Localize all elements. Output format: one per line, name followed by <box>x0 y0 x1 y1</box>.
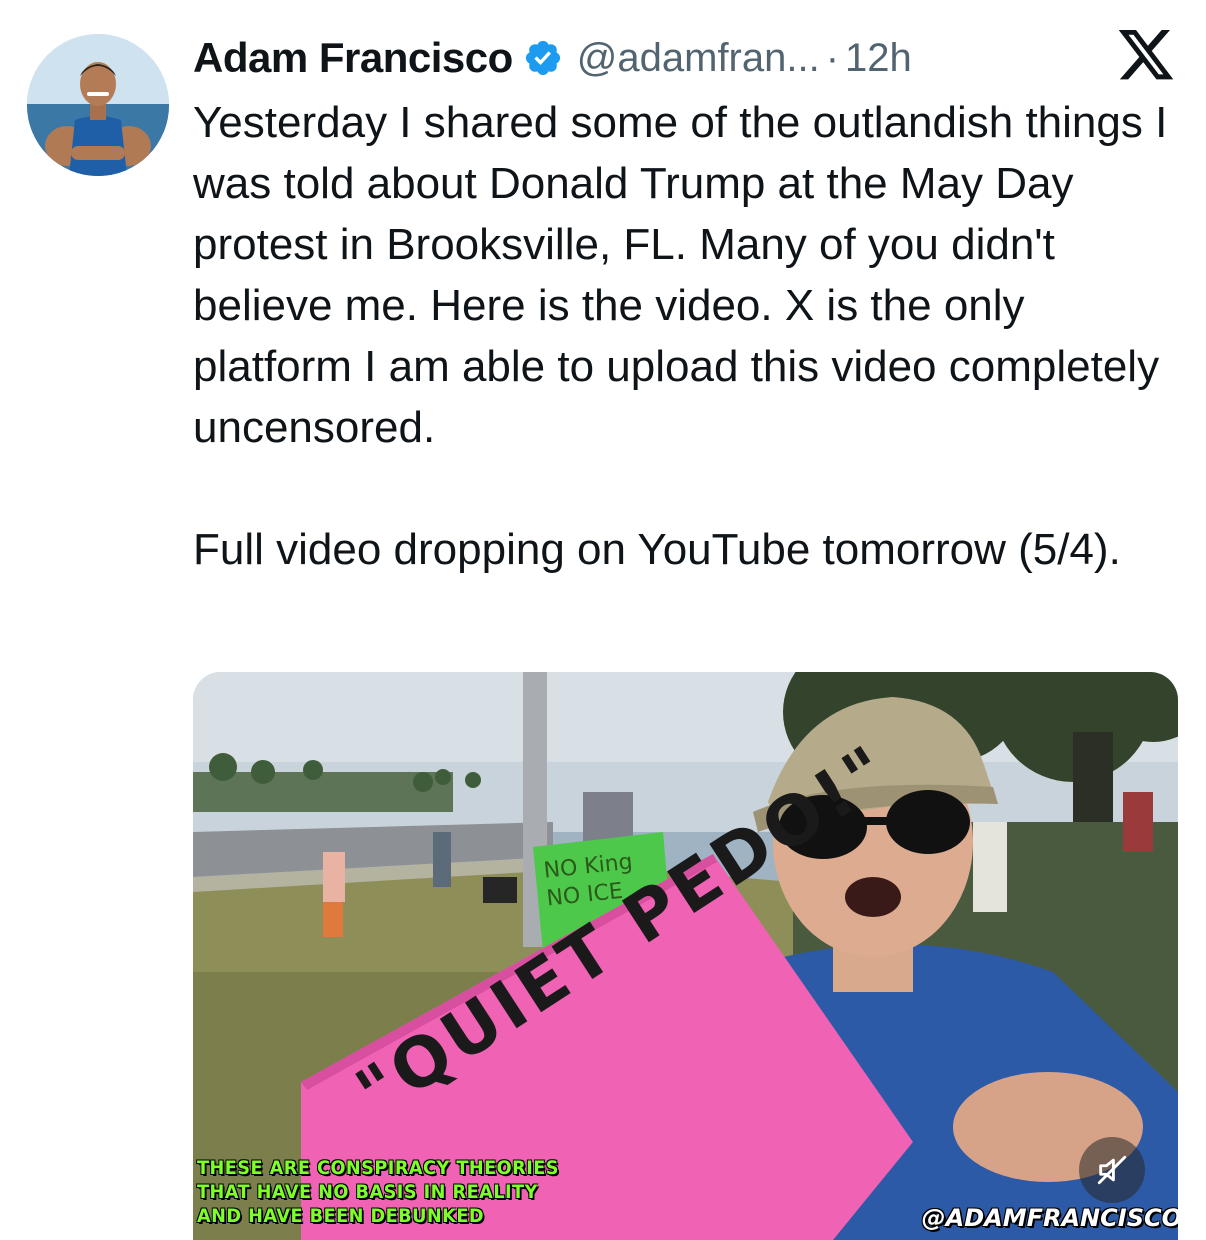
video-frame <box>193 672 1178 1240</box>
video-caption: THESE ARE CONSPIRACY THEORIES THAT HAVE … <box>197 1156 559 1228</box>
tweet[interactable]: Adam Francisco @adamfran... · 12h Yester… <box>0 0 1206 1240</box>
avatar-photo <box>27 34 169 176</box>
timestamp[interactable]: 12h <box>845 36 912 81</box>
tweet-text: Yesterday I shared some of the outlandis… <box>193 92 1183 580</box>
sign-small-text: NO King NO ICE <box>542 849 634 912</box>
author-handle[interactable]: @adamfran... <box>577 36 820 81</box>
caption-line-2: THAT HAVE NO BASIS IN REALITY <box>197 1181 538 1203</box>
video-watermark: @ADAMFRANCISCO <box>921 1204 1178 1232</box>
video-player[interactable]: "QUIET PEDO!" NO King NO ICE THESE ARE C… <box>193 672 1178 1240</box>
avatar[interactable] <box>27 34 169 176</box>
tweet-paragraph-2: Full video dropping on YouTube tomorrow … <box>193 525 1121 574</box>
caption-line-3: AND HAVE BEEN DEBUNKED <box>197 1205 485 1227</box>
caption-line-1: THESE ARE CONSPIRACY THEORIES <box>197 1157 559 1179</box>
tweet-paragraph-1: Yesterday I shared some of the outlandis… <box>193 98 1168 452</box>
mute-button[interactable] <box>1079 1137 1145 1203</box>
tweet-header: Adam Francisco @adamfran... · 12h <box>193 30 912 86</box>
muted-speaker-icon <box>1097 1155 1127 1185</box>
x-logo-icon[interactable] <box>1118 30 1174 80</box>
verified-badge-icon <box>523 38 563 78</box>
author-name[interactable]: Adam Francisco <box>193 34 513 82</box>
separator-dot: · <box>825 35 840 80</box>
